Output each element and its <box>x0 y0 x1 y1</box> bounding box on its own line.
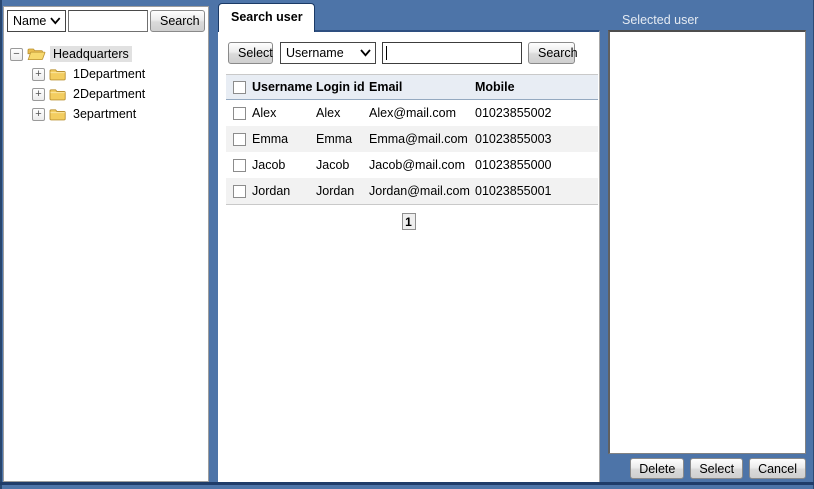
user-search-field-wrap <box>382 42 522 64</box>
selected-user-listbox[interactable] <box>608 30 806 454</box>
action-buttons: Delete Select Cancel <box>608 458 806 479</box>
select-all-checkbox[interactable] <box>233 81 246 95</box>
text-caret <box>386 46 387 60</box>
org-filter-row: Name Search <box>7 10 205 32</box>
cell-login-id: Emma <box>316 132 353 146</box>
folder-icon <box>49 68 66 80</box>
col-username: Username <box>252 80 313 94</box>
cell-email: Jordan@mail.com <box>369 184 470 198</box>
table-row-alex[interactable]: Alex Alex Alex@mail.com 01023855002 <box>226 100 598 126</box>
tree-node-label[interactable]: 1Department <box>70 66 148 82</box>
cell-email: Jacob@mail.com <box>369 158 466 172</box>
selected-user-title: Selected user <box>622 13 699 27</box>
cell-email: Emma@mail.com <box>369 132 468 146</box>
org-tree-panel: Name Search − Headquarters + 1Department… <box>3 6 209 482</box>
col-email: Email <box>369 80 403 94</box>
cell-mobile: 01023855002 <box>475 106 552 120</box>
open-folder-icon <box>27 48 46 60</box>
search-field-select[interactable]: Username <box>280 42 376 64</box>
tree-node-2department[interactable]: + 2Department <box>32 84 208 104</box>
org-filter-field-select[interactable]: Name <box>7 10 66 32</box>
user-table-header: Username Login id Email Mobile <box>226 74 598 100</box>
user-search-button[interactable]: Search <box>528 42 578 64</box>
cell-email: Alex@mail.com <box>369 106 457 120</box>
tree-node-label[interactable]: 3epartment <box>70 106 139 122</box>
cell-username: Jacob <box>252 158 286 172</box>
col-mobile: Mobile <box>475 80 515 94</box>
cancel-button[interactable]: Cancel <box>749 458 806 479</box>
user-table-body: Alex Alex Alex@mail.com 01023855002 Emma… <box>226 100 598 204</box>
user-search-input[interactable] <box>382 42 522 64</box>
select-button[interactable]: Select <box>690 458 744 479</box>
user-table: Username Login id Email Mobile Alex Alex… <box>226 74 598 205</box>
cell-mobile: 01023855003 <box>475 132 552 146</box>
folder-icon <box>49 108 66 120</box>
window-frame-left <box>0 0 2 489</box>
tree-node-headquarters[interactable]: − Headquarters <box>10 44 208 64</box>
tree-node-1department[interactable]: + 1Department <box>32 64 208 84</box>
cell-login-id: Alex <box>316 106 341 120</box>
pagination: 1 <box>218 213 599 230</box>
cell-username: Alex <box>252 106 277 120</box>
org-search-button[interactable]: Search <box>150 10 205 32</box>
cell-username: Jordan <box>252 184 291 198</box>
org-filter-field-value: Name <box>13 14 47 28</box>
table-row-jordan[interactable]: Jordan Jordan Jordan@mail.com 0102385500… <box>226 178 598 204</box>
user-select-dialog: Name Search − Headquarters + 1Department… <box>0 0 814 489</box>
window-frame-bottom <box>0 482 814 485</box>
org-tree: − Headquarters + 1Department + 2Departme… <box>10 44 208 124</box>
chevron-down-icon <box>360 49 371 57</box>
search-toolbar: Select Username Search <box>228 42 599 64</box>
cell-login-id: Jordan <box>316 184 355 198</box>
row-checkbox[interactable] <box>233 133 246 147</box>
search-field-value: Username <box>286 46 344 60</box>
folder-icon <box>49 88 66 100</box>
tree-node-3epartment[interactable]: + 3epartment <box>32 104 208 124</box>
org-search-input[interactable] <box>68 10 148 32</box>
delete-button[interactable]: Delete <box>630 458 685 479</box>
expand-icon[interactable]: + <box>32 107 45 121</box>
select-users-button[interactable]: Select <box>228 42 273 64</box>
cell-username: Emma <box>252 132 289 146</box>
search-user-panel: Select Username Search Username Login id… <box>218 30 600 482</box>
row-checkbox[interactable] <box>233 107 246 121</box>
cell-mobile: 01023855001 <box>475 184 552 198</box>
collapse-icon[interactable]: − <box>10 47 23 61</box>
col-login-id: Login id <box>316 80 365 94</box>
tab-search-user[interactable]: Search user <box>218 3 315 32</box>
row-checkbox[interactable] <box>233 185 246 199</box>
tree-node-label[interactable]: 2Department <box>70 86 148 102</box>
table-row-jacob[interactable]: Jacob Jacob Jacob@mail.com 01023855000 <box>226 152 598 178</box>
expand-icon[interactable]: + <box>32 67 45 81</box>
cell-login-id: Jacob <box>316 158 350 172</box>
cell-mobile: 01023855000 <box>475 158 552 172</box>
table-row-emma[interactable]: Emma Emma Emma@mail.com 01023855003 <box>226 126 598 152</box>
row-checkbox[interactable] <box>233 159 246 173</box>
page-1-button[interactable]: 1 <box>401 213 416 230</box>
tree-node-label[interactable]: Headquarters <box>50 46 132 62</box>
chevron-down-icon <box>50 17 61 25</box>
expand-icon[interactable]: + <box>32 87 45 101</box>
